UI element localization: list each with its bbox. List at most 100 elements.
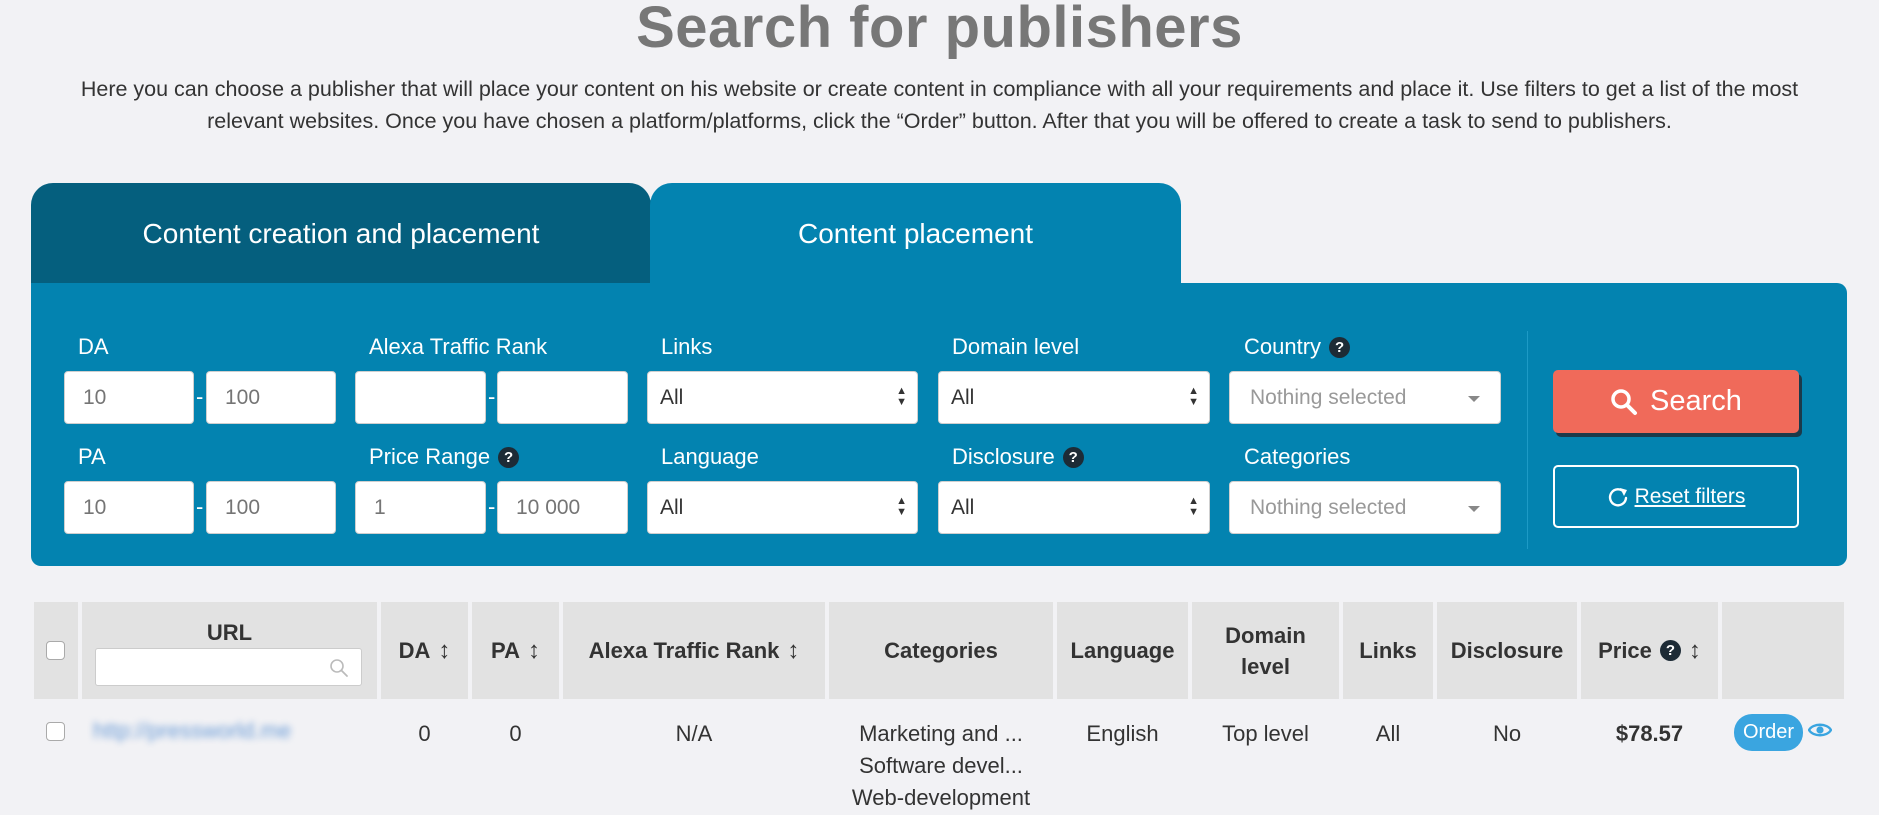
page-title: Search for publishers [636, 0, 1243, 60]
category-item: Marketing and ... [859, 721, 1023, 746]
intro-line-2: relevant websites. Once you have chosen … [207, 109, 1672, 133]
language-select-value: All [660, 495, 684, 519]
question-circle-icon[interactable]: ? [498, 446, 520, 468]
categories-header-label: Categories [884, 638, 998, 663]
language-select[interactable]: All ▲ ▼ [647, 481, 918, 534]
country-multiselect-value: Nothing selected [1250, 385, 1407, 409]
range-separator: - [196, 494, 204, 519]
links-select[interactable]: All ▲ ▼ [647, 371, 918, 424]
pa-header[interactable]: PA ↕ [472, 602, 559, 699]
row-checkbox[interactable] [46, 722, 65, 741]
tab-content-creation-and-placement[interactable]: Content creation and placement [31, 183, 651, 285]
panel-divider [1527, 331, 1528, 549]
row-language: English [1086, 721, 1159, 746]
select-arrows-icon: ▲ ▼ [896, 495, 907, 518]
range-separator: - [488, 384, 496, 409]
links-header-label: Links [1359, 638, 1417, 663]
sort-icon[interactable]: ↕ [528, 635, 540, 666]
links-select-value: All [660, 385, 684, 409]
actions-header [1722, 602, 1844, 699]
row-disclosure: No [1492, 721, 1522, 746]
disclosure-label: Disclosure? [952, 444, 1084, 470]
row-categories: Marketing and ... Software devel... Web-… [829, 718, 1053, 814]
alexa-max-input[interactable] [497, 371, 628, 424]
da-max-input[interactable] [206, 371, 336, 424]
da-min-input[interactable] [64, 371, 194, 424]
links-header: Links [1343, 602, 1433, 699]
sort-icon[interactable]: ↕ [787, 635, 799, 666]
alexa-label: Alexa Traffic Rank [369, 334, 548, 359]
sort-icon[interactable]: ↕ [438, 635, 450, 666]
search-icon [330, 659, 348, 677]
domain-level-select[interactable]: All ▲ ▼ [938, 371, 1210, 424]
disclosure-header: Disclosure [1437, 602, 1577, 699]
reset-filters-button[interactable]: Reset filters [1553, 465, 1799, 528]
language-label: Language [661, 444, 759, 469]
url-header-label: URL [206, 620, 253, 645]
sort-icon[interactable]: ↕ [1689, 635, 1701, 666]
categories-multiselect[interactable]: Nothing selected [1229, 481, 1501, 534]
row-alexa: N/A [675, 721, 713, 746]
price-range-label: Price Range? [369, 444, 520, 470]
reset-filters-label: Reset filters [1634, 484, 1746, 508]
disclosure-select-value: All [951, 495, 975, 519]
alexa-header[interactable]: Alexa Traffic Rank ↕ [563, 602, 825, 699]
tab-content-placement[interactable]: Content placement [650, 183, 1181, 285]
categories-label: Categories [1244, 444, 1351, 469]
da-header-label: DA [398, 638, 431, 663]
pa-header-label: PA [491, 638, 520, 663]
links-label: Links [661, 334, 713, 359]
domain-level-header: Domain level [1192, 602, 1339, 699]
eye-icon[interactable] [1808, 719, 1832, 741]
price-max-input[interactable] [497, 481, 628, 534]
categories-multiselect-value: Nothing selected [1250, 495, 1407, 519]
select-arrows-icon: ▲ ▼ [1188, 495, 1199, 518]
select-arrows-icon: ▲ ▼ [896, 385, 907, 408]
url-search-input[interactable] [95, 648, 362, 686]
magnifier-icon [1611, 388, 1638, 415]
chevron-down-icon [1468, 506, 1480, 512]
order-button[interactable]: Order [1734, 714, 1803, 751]
da-header[interactable]: DA ↕ [381, 602, 468, 699]
alexa-header-label: Alexa Traffic Rank [588, 638, 780, 663]
domain-level-label: Domain level [952, 334, 1080, 359]
row-url-link[interactable]: http://pressworld.me [93, 718, 291, 744]
intro-line-1: Here you can choose a publisher that wil… [80, 77, 1799, 101]
domain-level-header-line-1: Domain [1225, 622, 1306, 648]
search-button-label: Search [1650, 385, 1742, 417]
category-item: Software devel... [859, 753, 1023, 778]
select-arrows-icon: ▲ ▼ [1188, 385, 1199, 408]
pa-max-input[interactable] [206, 481, 336, 534]
refresh-icon [1608, 487, 1627, 507]
question-circle-icon[interactable]: ? [1329, 336, 1351, 358]
price-header[interactable]: Price ? ↕ [1581, 602, 1718, 699]
row-pa: 0 [509, 721, 522, 746]
select-all-checkbox[interactable] [46, 641, 65, 660]
question-circle-icon[interactable]: ? [1659, 640, 1681, 661]
row-price: $78.57 [1615, 721, 1684, 746]
language-header-label: Language [1070, 638, 1175, 663]
alexa-min-input[interactable] [355, 371, 486, 424]
price-min-input[interactable] [355, 481, 486, 534]
category-item: Web-development [851, 785, 1031, 810]
language-header: Language [1057, 602, 1188, 699]
chevron-down-icon [1468, 396, 1480, 402]
price-header-label: Price [1598, 638, 1652, 663]
domain-level-header-line-2: level [1241, 653, 1290, 679]
search-button[interactable]: Search [1553, 370, 1799, 433]
disclosure-select[interactable]: All ▲ ▼ [938, 481, 1210, 534]
pa-min-input[interactable] [64, 481, 194, 534]
page-intro: Here you can choose a publisher that wil… [20, 73, 1859, 137]
range-separator: - [196, 384, 204, 409]
range-separator: - [488, 494, 496, 519]
row-links: All [1375, 721, 1401, 746]
pa-label: PA [78, 444, 106, 469]
country-multiselect[interactable]: Nothing selected [1229, 371, 1501, 424]
row-domain-level: Top level [1222, 721, 1309, 746]
disclosure-header-label: Disclosure [1450, 638, 1564, 663]
domain-level-select-value: All [951, 385, 975, 409]
row-da: 0 [418, 721, 431, 746]
question-circle-icon[interactable]: ? [1062, 446, 1084, 468]
categories-header: Categories [829, 602, 1053, 699]
da-label: DA [78, 334, 109, 359]
